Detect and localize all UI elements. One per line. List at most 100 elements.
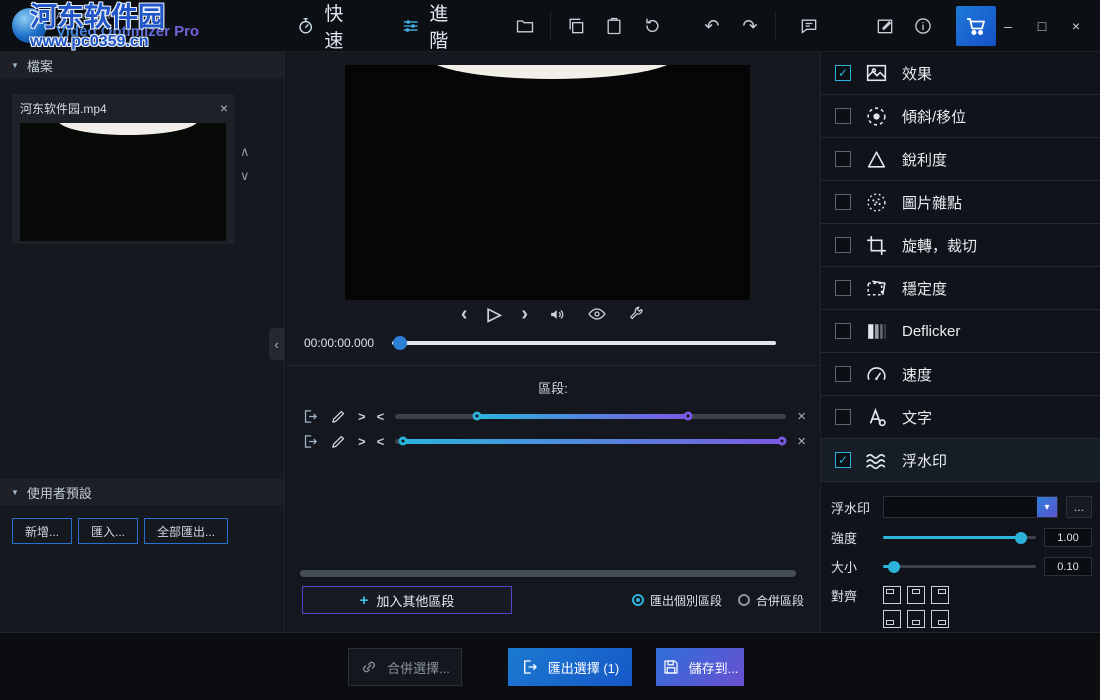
play-button[interactable]: ▷ [488,305,502,323]
filter-row-text[interactable]: 文字 [821,396,1100,439]
prev-frame-button[interactable]: ‹ [461,304,468,324]
set-end-icon[interactable]: < [377,434,385,449]
dropdown-button[interactable]: ▾ [1037,497,1057,517]
segment-range-slider[interactable] [395,414,786,419]
sidebar-collapse-handle[interactable]: ‹ [269,328,284,360]
align-top-left-button[interactable] [883,586,901,604]
checkbox-unchecked[interactable] [835,237,851,253]
filter-row-noise[interactable]: 圖片雜點 [821,181,1100,224]
shop-cart-button[interactable] [956,6,996,46]
segment-export-icon[interactable] [302,408,319,425]
text-icon [864,405,889,430]
next-frame-button[interactable]: › [521,304,528,324]
segment-start-handle[interactable] [473,412,482,421]
filter-row-stabilization[interactable]: 穩定度 [821,267,1100,310]
tab-advanced[interactable]: 進階 [401,0,460,53]
file-reorder-controls: ∧ ∨ [240,144,250,184]
minimize-button[interactable]: – [996,14,1020,38]
set-start-icon[interactable]: > [358,409,366,424]
move-down-icon[interactable]: ∨ [240,168,250,184]
undo-icon: ↶ [704,17,719,35]
seek-handle[interactable] [393,336,407,350]
size-handle[interactable] [888,561,900,573]
watermark-browse-button[interactable]: ... [1066,496,1092,518]
notes-button[interactable] [866,7,904,45]
alignment-grid [883,586,949,628]
filter-row-rotate-crop[interactable]: 旋轉，裁切 [821,224,1100,267]
size-slider[interactable] [883,565,1036,568]
checkbox-unchecked[interactable] [835,280,851,296]
file-list-item[interactable]: 河东软件园.mp4 × [12,94,234,244]
close-button[interactable]: × [1064,14,1088,38]
watermark-dropdown[interactable]: ▾ [883,496,1058,518]
preset-export-all-button[interactable]: 全部匯出... [144,518,228,544]
segment-edit-icon[interactable] [330,433,347,450]
filter-row-watermark[interactable]: ✓ 浮水印 [821,439,1100,482]
preset-new-button[interactable]: 新增... [12,518,72,544]
align-bottom-center-button[interactable] [907,610,925,628]
watermark-waves-icon [864,448,889,473]
segment-start-handle[interactable] [399,437,408,446]
set-end-icon[interactable]: < [377,409,385,424]
volume-button[interactable] [548,305,567,324]
open-folder-button[interactable] [506,7,544,45]
tab-advanced-label: 進階 [429,0,460,53]
save-to-button[interactable]: 儲存到... [656,648,744,686]
strength-slider[interactable] [883,536,1036,539]
add-segment-button[interactable]: + 加入其他區段 [302,586,512,614]
undo-button[interactable]: ↶ [693,7,731,45]
strength-handle[interactable] [1015,532,1027,544]
preset-import-button[interactable]: 匯入... [78,518,138,544]
tab-quick[interactable]: 快速 [296,0,355,53]
reset-button[interactable] [633,7,671,45]
checkbox-checked[interactable]: ✓ [835,452,851,468]
filter-row-effects[interactable]: ✓ 效果 [821,52,1100,95]
move-up-icon[interactable]: ∧ [240,144,250,160]
maximize-button[interactable]: □ [1030,14,1054,38]
checkbox-unchecked[interactable] [835,366,851,382]
delete-segment-icon[interactable]: × [797,408,806,425]
radio-export-individual[interactable]: 匯出個別區段 [632,592,722,609]
segment-edit-icon[interactable] [330,408,347,425]
segment-range-slider[interactable] [395,439,786,444]
segment-end-handle[interactable] [778,437,787,446]
redo-button[interactable]: ↷ [731,7,769,45]
filter-row-deflicker[interactable]: Deflicker [821,310,1100,353]
filter-row-sharpness[interactable]: 銳利度 [821,138,1100,181]
check-icon: ✓ [838,453,848,467]
feedback-button[interactable] [790,7,828,45]
checkbox-unchecked[interactable] [835,108,851,124]
align-top-right-button[interactable] [931,586,949,604]
checkbox-unchecked[interactable] [835,409,851,425]
merge-selection-button[interactable]: 合併選擇... [348,648,462,686]
align-bottom-left-button[interactable] [883,610,901,628]
segment-end-handle[interactable] [684,412,693,421]
filter-row-speed[interactable]: 速度 [821,353,1100,396]
preview-eye-button[interactable] [587,304,607,324]
filter-row-tilt-shift[interactable]: 傾斜/移位 [821,95,1100,138]
files-section-header[interactable]: ▼ 檔案 [0,52,284,78]
align-bottom-right-button[interactable] [931,610,949,628]
horizontal-scrollbar[interactable] [300,570,796,577]
checkbox-unchecked[interactable] [835,151,851,167]
delete-segment-icon[interactable]: × [797,433,806,450]
set-start-icon[interactable]: > [358,434,366,449]
tools-wrench-button[interactable] [627,305,645,323]
copy-button[interactable] [557,7,595,45]
radio-merge-segments[interactable]: 合併區段 [738,592,804,609]
segment-export-icon[interactable] [302,433,319,450]
checkbox-checked[interactable]: ✓ [835,65,851,81]
checkbox-unchecked[interactable] [835,194,851,210]
strength-value[interactable]: 1.00 [1044,528,1092,547]
size-value[interactable]: 0.10 [1044,557,1092,576]
export-selection-button[interactable]: 匯出選擇 (1) [508,648,632,686]
info-button[interactable] [904,7,942,45]
remove-file-icon[interactable]: × [220,100,228,116]
presets-section-header[interactable]: ▼ 使用者預設 [0,479,284,505]
seek-slider[interactable] [392,341,776,345]
divider [775,11,776,41]
align-top-center-button[interactable] [907,586,925,604]
settings-button[interactable] [828,7,866,45]
checkbox-unchecked[interactable] [835,323,851,339]
paste-button[interactable] [595,7,633,45]
